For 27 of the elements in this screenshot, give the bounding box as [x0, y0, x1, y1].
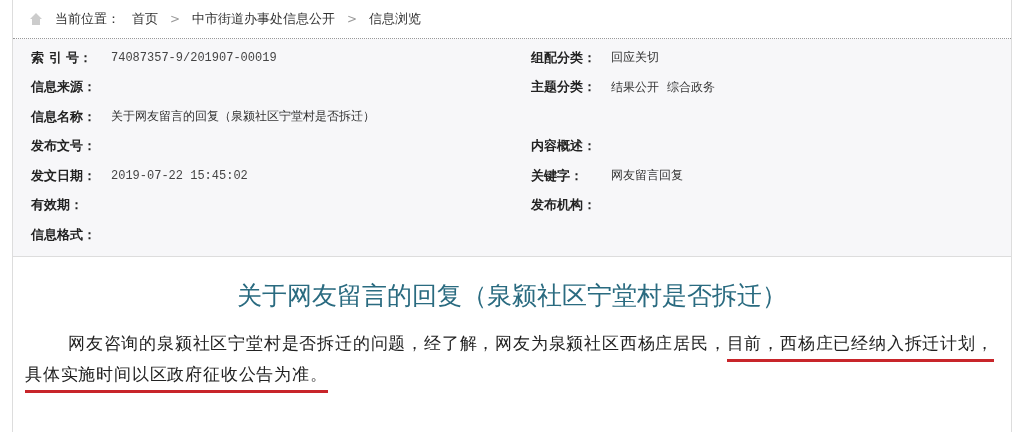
field-label: 组配分类： — [531, 48, 597, 67]
home-icon — [29, 12, 43, 26]
field-value: 结果公开 综合政务 — [611, 78, 716, 96]
field-label: 内容概述： — [531, 137, 597, 156]
field-value: 2019-07-22 15:45:02 — [111, 168, 249, 183]
field-value: 关于网友留言的回复（泉颍社区宁堂村是否拆迁） — [111, 108, 376, 126]
field-value: 回应关切 — [611, 49, 660, 67]
article-title: 关于网友留言的回复（泉颍社区宁堂村是否拆迁） — [236, 279, 788, 312]
field-label: 关键字： — [531, 166, 584, 185]
breadcrumb-separator: > — [170, 12, 181, 26]
field-label: 发文日期： — [31, 166, 97, 185]
field-label: 有效期： — [31, 196, 84, 215]
breadcrumb-link[interactable]: 首页 — [132, 10, 158, 28]
field-label: 信息格式： — [31, 225, 97, 244]
field-value: 74087357-9/201907-00019 — [111, 50, 278, 65]
breadcrumb-separator: > — [347, 12, 358, 26]
field-label: 信息名称： — [31, 107, 97, 126]
breadcrumb-label: 当前位置： — [55, 10, 120, 28]
field-label: 发布文号： — [31, 137, 97, 156]
field-label: 索 引 号： — [31, 48, 94, 67]
breadcrumb-link[interactable]: 信息浏览 — [369, 10, 422, 28]
breadcrumb-link[interactable]: 中市街道办事处信息公开 — [192, 10, 336, 28]
field-label: 主题分类： — [531, 78, 597, 97]
field-value: 网友留言回复 — [611, 167, 684, 185]
article-paragraph: 网友咨询的泉颍社区宁堂村是否拆迁的问题，经了解，网友为泉颍社区西杨庄居民，目前，西杨庄已经纳入拆迁计划，具体实施时间以区政府征收公告为准。 — [25, 327, 1005, 390]
field-label: 信息来源： — [31, 78, 97, 97]
field-label: 发布机构： — [531, 196, 597, 215]
